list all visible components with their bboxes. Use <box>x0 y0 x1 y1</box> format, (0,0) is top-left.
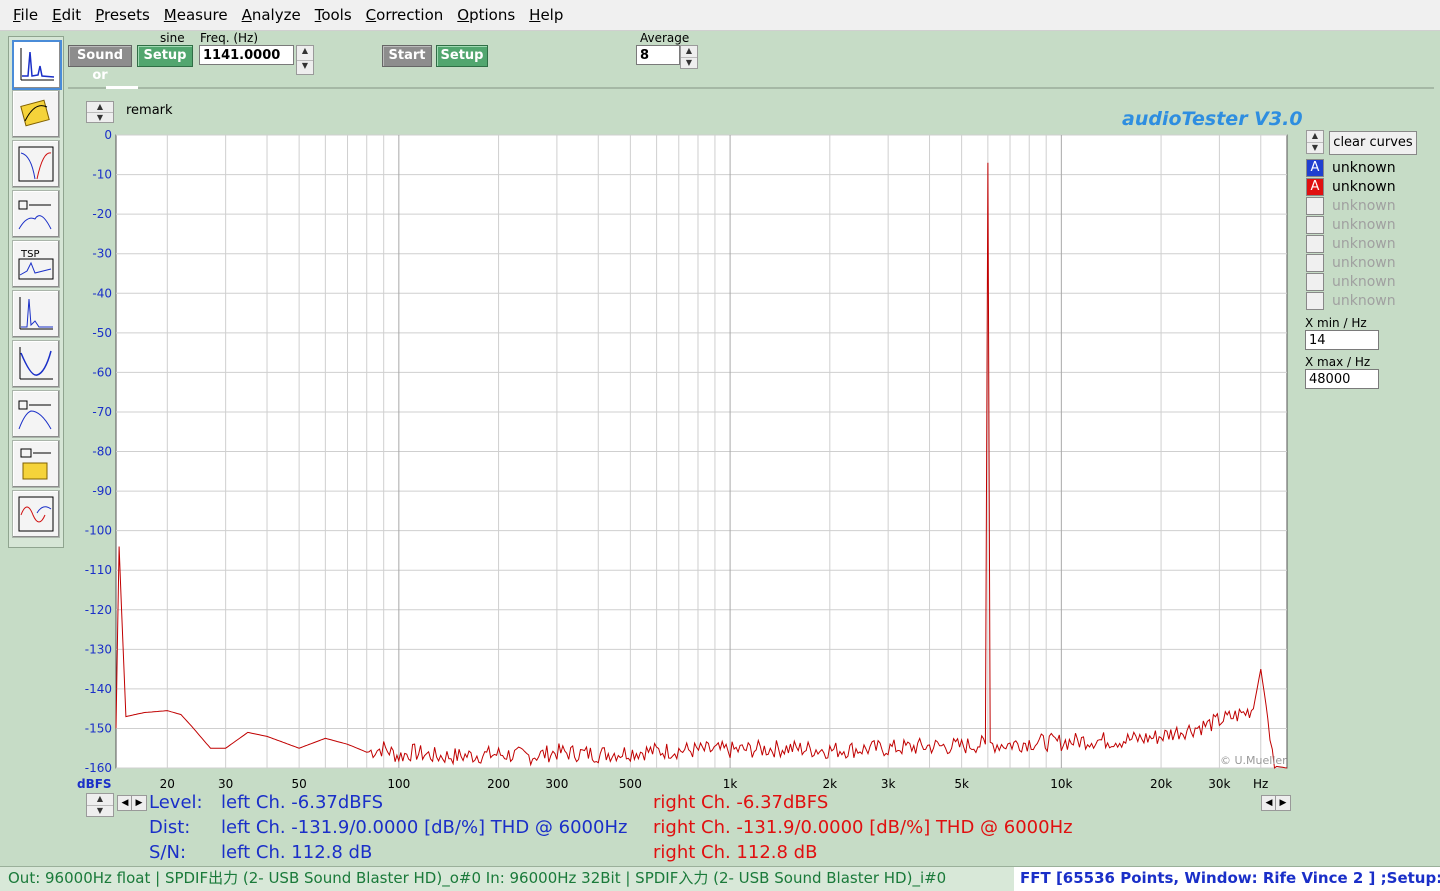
legend-item-label: unknown <box>1332 293 1396 309</box>
y-tick-label: -40 <box>92 286 112 300</box>
legend-item[interactable]: Aunknown <box>1306 178 1396 196</box>
status-bar: Out: 96000Hz float | SPDIF出力 (2- USB Sou… <box>0 866 1440 891</box>
legend-spinner[interactable]: ▲ ▼ <box>1306 130 1324 154</box>
status-io: Out: 96000Hz float | SPDIF出力 (2- USB Sou… <box>8 869 947 887</box>
x-tick-label: 2k <box>823 777 838 791</box>
y-tick-label: 0 <box>104 128 112 142</box>
legend-color-chip[interactable] <box>1306 254 1324 272</box>
chevron-down-icon[interactable]: ▼ <box>87 805 113 817</box>
x-tick-label: 100 <box>387 777 410 791</box>
readout-spinner[interactable]: ▲ ▼ <box>86 793 114 817</box>
right-level-readout: right Ch. -6.37dBFS <box>653 792 829 813</box>
legend-item-label: unknown <box>1332 274 1396 290</box>
y-tick-labels: 0 -10 -20 -30 -40 -50 -60 -70 -80 -90 -100 -110 -120… <box>85 128 112 775</box>
x-tick-labels: 20 30 50 100 200 300 500 1k 2k 3k 5k 10k 20k 30k <box>160 777 1231 791</box>
x-tick-label: 50 <box>291 777 306 791</box>
xmin-input[interactable]: 14 <box>1305 330 1379 350</box>
legend-color-chip[interactable]: A <box>1306 159 1324 177</box>
clear-curves-button[interactable]: clear curves <box>1329 131 1417 155</box>
x-tick-label: 10k <box>1050 777 1072 791</box>
chevron-up-icon[interactable]: ▲ <box>1307 131 1323 142</box>
legend-color-chip[interactable] <box>1306 197 1324 215</box>
xmin-label: X min / Hz <box>1305 316 1367 330</box>
y-tick-label: -10 <box>92 168 112 182</box>
y-tick-label: -20 <box>92 207 112 221</box>
legend-item[interactable]: unknown <box>1306 197 1396 215</box>
xmax-label: X max / Hz <box>1305 355 1371 369</box>
y-tick-label: -140 <box>85 682 112 696</box>
legend-color-chip[interactable] <box>1306 292 1324 310</box>
right-sn-readout: right Ch. 112.8 dB <box>653 842 818 863</box>
x-tick-label: 20k <box>1150 777 1172 791</box>
legend-color-chip[interactable]: A <box>1306 178 1324 196</box>
x-tick-label: 5k <box>954 777 969 791</box>
y-tick-label: -110 <box>85 563 112 577</box>
legend-item-label: unknown <box>1332 179 1396 195</box>
legend-item-label: unknown <box>1332 198 1396 214</box>
chevron-up-icon[interactable]: ▲ <box>87 794 113 805</box>
legend-item[interactable]: unknown <box>1306 292 1396 310</box>
legend-item[interactable]: Aunknown <box>1306 159 1396 177</box>
x-tick-label: 3k <box>881 777 896 791</box>
scroll-right-icon[interactable]: ▶ <box>131 795 147 811</box>
legend-color-chip[interactable] <box>1306 273 1324 291</box>
scroll-right-icon[interactable]: ▶ <box>1275 795 1291 811</box>
left-level-readout: left Ch. -6.37dBFS <box>221 792 384 813</box>
chevron-down-icon[interactable]: ▼ <box>1307 142 1323 154</box>
legend-item[interactable]: unknown <box>1306 273 1396 291</box>
level-label: Level: <box>149 792 203 813</box>
x-tick-label: 30 <box>218 777 233 791</box>
y-tick-label: -100 <box>85 524 112 538</box>
xmax-input[interactable]: 48000 <box>1305 369 1379 389</box>
x-unit-label: Hz <box>1253 777 1268 791</box>
y-tick-label: -30 <box>92 247 112 261</box>
left-sn-readout: left Ch. 112.8 dB <box>221 842 373 863</box>
x-tick-label: 300 <box>545 777 568 791</box>
y-tick-label: -130 <box>85 642 112 656</box>
legend-item-label: unknown <box>1332 160 1396 176</box>
y-tick-label: -150 <box>85 721 112 735</box>
y-tick-label: -70 <box>92 405 112 419</box>
spectrum-chart: 0 -10 -20 -30 -40 -50 -60 -70 -80 -90 -100 -110 -120… <box>77 128 1288 791</box>
x-tick-label: 20 <box>160 777 175 791</box>
y-unit-label: dBFS <box>77 777 112 791</box>
legend-color-chip[interactable] <box>1306 216 1324 234</box>
legend-item[interactable]: unknown <box>1306 216 1396 234</box>
x-tick-label: 200 <box>487 777 510 791</box>
legend-item[interactable]: unknown <box>1306 254 1396 272</box>
legend-item-label: unknown <box>1332 217 1396 233</box>
legend-item-label: unknown <box>1332 236 1396 252</box>
x-tick-label: 1k <box>723 777 738 791</box>
sn-label: S/N: <box>149 842 187 863</box>
left-dist-readout: left Ch. -131.9/0.0000 [dB/%] THD @ 6000… <box>221 817 628 838</box>
y-tick-label: -80 <box>92 445 112 459</box>
copyright-label: © U.Mueller <box>1220 754 1287 767</box>
x-tick-label: 30k <box>1208 777 1230 791</box>
y-tick-label: -120 <box>85 603 112 617</box>
right-dist-readout: right Ch. -131.9/0.0000 [dB/%] THD @ 600… <box>653 817 1073 838</box>
dist-label: Dist: <box>149 817 191 838</box>
x-tick-label: 500 <box>619 777 642 791</box>
legend-item[interactable]: unknown <box>1306 235 1396 253</box>
y-tick-label: -50 <box>92 326 112 340</box>
y-tick-label: -160 <box>85 761 112 775</box>
y-tick-label: -60 <box>92 365 112 379</box>
legend-item-label: unknown <box>1332 255 1396 271</box>
status-fft: FFT [65536 Points, Window: Rife Vince 2 … <box>1014 867 1440 891</box>
y-tick-label: -90 <box>92 484 112 498</box>
legend-color-chip[interactable] <box>1306 235 1324 253</box>
